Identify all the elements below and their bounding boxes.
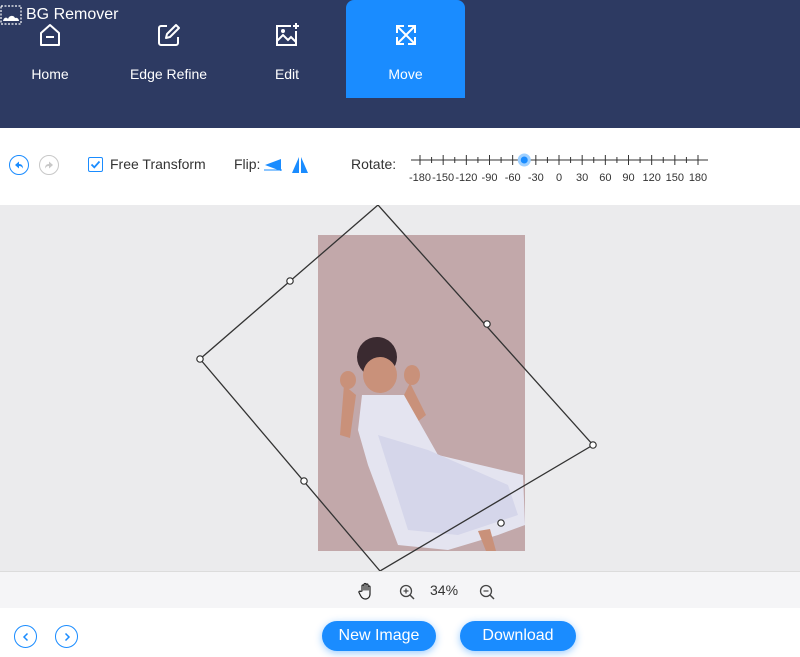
rotate-tick-label: 180 [689, 172, 707, 184]
free-transform-frame[interactable] [0, 205, 800, 571]
rotate-tick-label: 60 [599, 172, 611, 184]
image-edit-icon [276, 23, 299, 46]
rotate-tick-label: 0 [556, 172, 562, 184]
zoom-level: 34% [430, 582, 459, 598]
tab-edge-refine[interactable]: Edge Refine [115, 0, 222, 98]
home-icon [40, 24, 60, 46]
rotate-label: Rotate: [351, 156, 397, 172]
previous-button[interactable] [14, 625, 37, 648]
rotate-tick-label: -180 [409, 172, 431, 184]
transform-toolbar: Free Transform Flip: Rotate: -180 -150 -12… [0, 128, 800, 205]
redo-icon [45, 161, 53, 169]
rotate-slider[interactable]: -180 -150 -120 -90 -60 -30 0 30 60 90 120 150 180 [408, 148, 713, 188]
editing-canvas[interactable] [0, 205, 800, 571]
undo-icon [15, 161, 23, 169]
free-transform-label: Free Transform [110, 156, 206, 172]
new-image-button[interactable]: New Image [322, 621, 436, 651]
tab-home[interactable]: Home [0, 0, 100, 98]
tab-move[interactable]: Move [346, 0, 465, 98]
download-button[interactable]: Download [460, 621, 576, 651]
rotate-slider-thumb[interactable] [517, 153, 531, 167]
checkmark-icon [90, 160, 101, 169]
tab-move-label: Move [388, 66, 423, 82]
rotate-tick-label: -120 [455, 172, 477, 184]
hand-pan-icon[interactable] [358, 582, 374, 600]
transform-handle [196, 355, 204, 363]
transform-handle [483, 320, 491, 328]
chevron-right-icon [64, 632, 70, 641]
zoom-out-icon[interactable] [478, 583, 496, 601]
tab-edit[interactable]: Edit [237, 0, 337, 98]
rotate-tick-label: -60 [505, 172, 521, 184]
tab-edge-refine-label: Edge Refine [129, 66, 208, 82]
free-transform-checkbox[interactable] [88, 157, 103, 172]
transform-handle [286, 277, 294, 285]
rotate-tick-label: -30 [528, 172, 544, 184]
redo-button[interactable] [39, 155, 59, 175]
chevron-left-icon [22, 632, 28, 641]
zoom-in-icon[interactable] [398, 583, 416, 601]
flip-vertical-icon[interactable] [290, 156, 310, 174]
transform-handle [497, 519, 505, 527]
tab-home-label: Home [31, 66, 69, 82]
undo-button[interactable] [9, 155, 29, 175]
next-button[interactable] [55, 625, 78, 648]
edit-square-icon [157, 24, 180, 46]
rotate-tick-label: -90 [482, 172, 498, 184]
rotate-tick-label: -150 [432, 172, 454, 184]
rotate-tick-label: 30 [576, 172, 588, 184]
flip-label: Flip: [234, 156, 261, 172]
rotate-tick-label: 90 [622, 172, 634, 184]
flip-horizontal-icon[interactable] [263, 157, 283, 173]
rotate-tick-label: 120 [642, 172, 660, 184]
transform-handle [589, 441, 597, 449]
tab-edit-label: Edit [274, 66, 300, 82]
zoom-bar: 34% [0, 571, 800, 608]
rotate-tick-label: 150 [666, 172, 684, 184]
app-header: BG Remover Home Edge Refine Edit Move [0, 0, 800, 128]
move-arrows-icon [395, 25, 416, 45]
footer-bar: New Image Download [0, 608, 800, 657]
transform-handle [300, 477, 308, 485]
